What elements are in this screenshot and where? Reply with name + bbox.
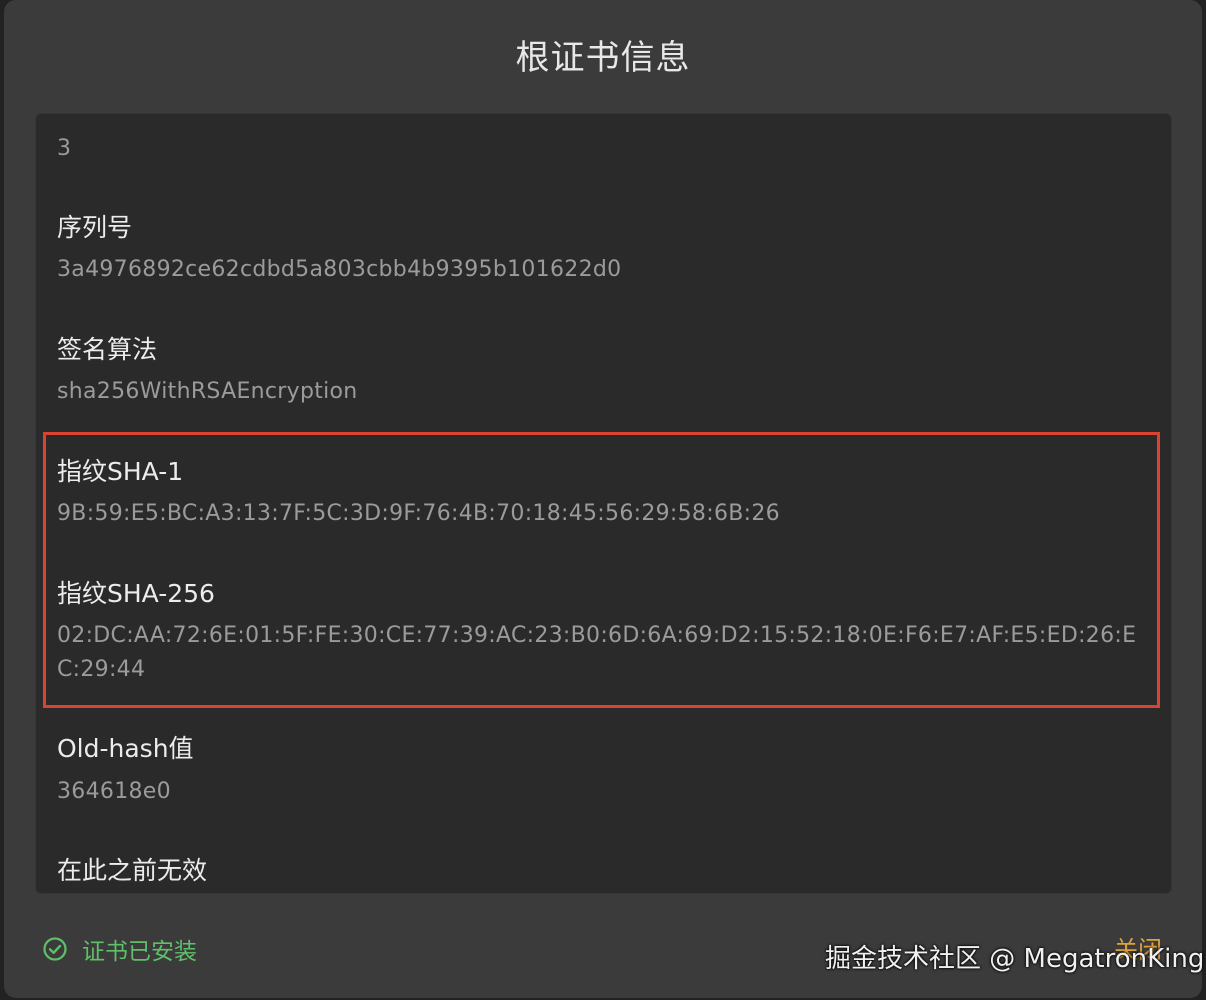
not-before-label: 在此之前无效	[57, 856, 208, 885]
certificate-dialog: 根证书信息 3 序列号 3a4976892ce62cdbd5a803cbb4b9…	[4, 0, 1202, 998]
signature-algorithm-value: sha256WithRSAEncryption	[57, 379, 358, 404]
status-text: 证书已安装	[82, 939, 197, 965]
dialog-title: 根证书信息	[515, 38, 691, 78]
install-status: 证书已安装	[42, 932, 197, 966]
sha1-fingerprint-value: 9B:59:E5:BC:A3:13:7F:5C:3D:9F:76:4B:70:1…	[57, 501, 780, 526]
serial-label: 序列号	[57, 213, 133, 242]
signature-algorithm-label: 签名算法	[57, 335, 158, 364]
version-value: 3	[57, 136, 72, 161]
sha1-fingerprint-label: 指纹SHA-1	[57, 457, 184, 486]
serial-value: 3a4976892ce62cdbd5a803cbb4b9395b101622d0	[57, 257, 622, 282]
check-circle-icon	[42, 936, 68, 962]
sha256-fingerprint-label: 指纹SHA-256	[57, 579, 215, 608]
certificate-details-panel[interactable]: 3 序列号 3a4976892ce62cdbd5a803cbb4b9395b10…	[35, 113, 1172, 894]
watermark: 掘金技术社区 @ MegatronKing	[825, 944, 1205, 974]
sha256-fingerprint-value: 02:DC:AA:72:6E:01:5F:FE:30:CE:77:39:AC:2…	[57, 623, 1137, 682]
old-hash-value: 364618e0	[57, 779, 171, 804]
old-hash-label: Old-hash值	[57, 734, 194, 763]
